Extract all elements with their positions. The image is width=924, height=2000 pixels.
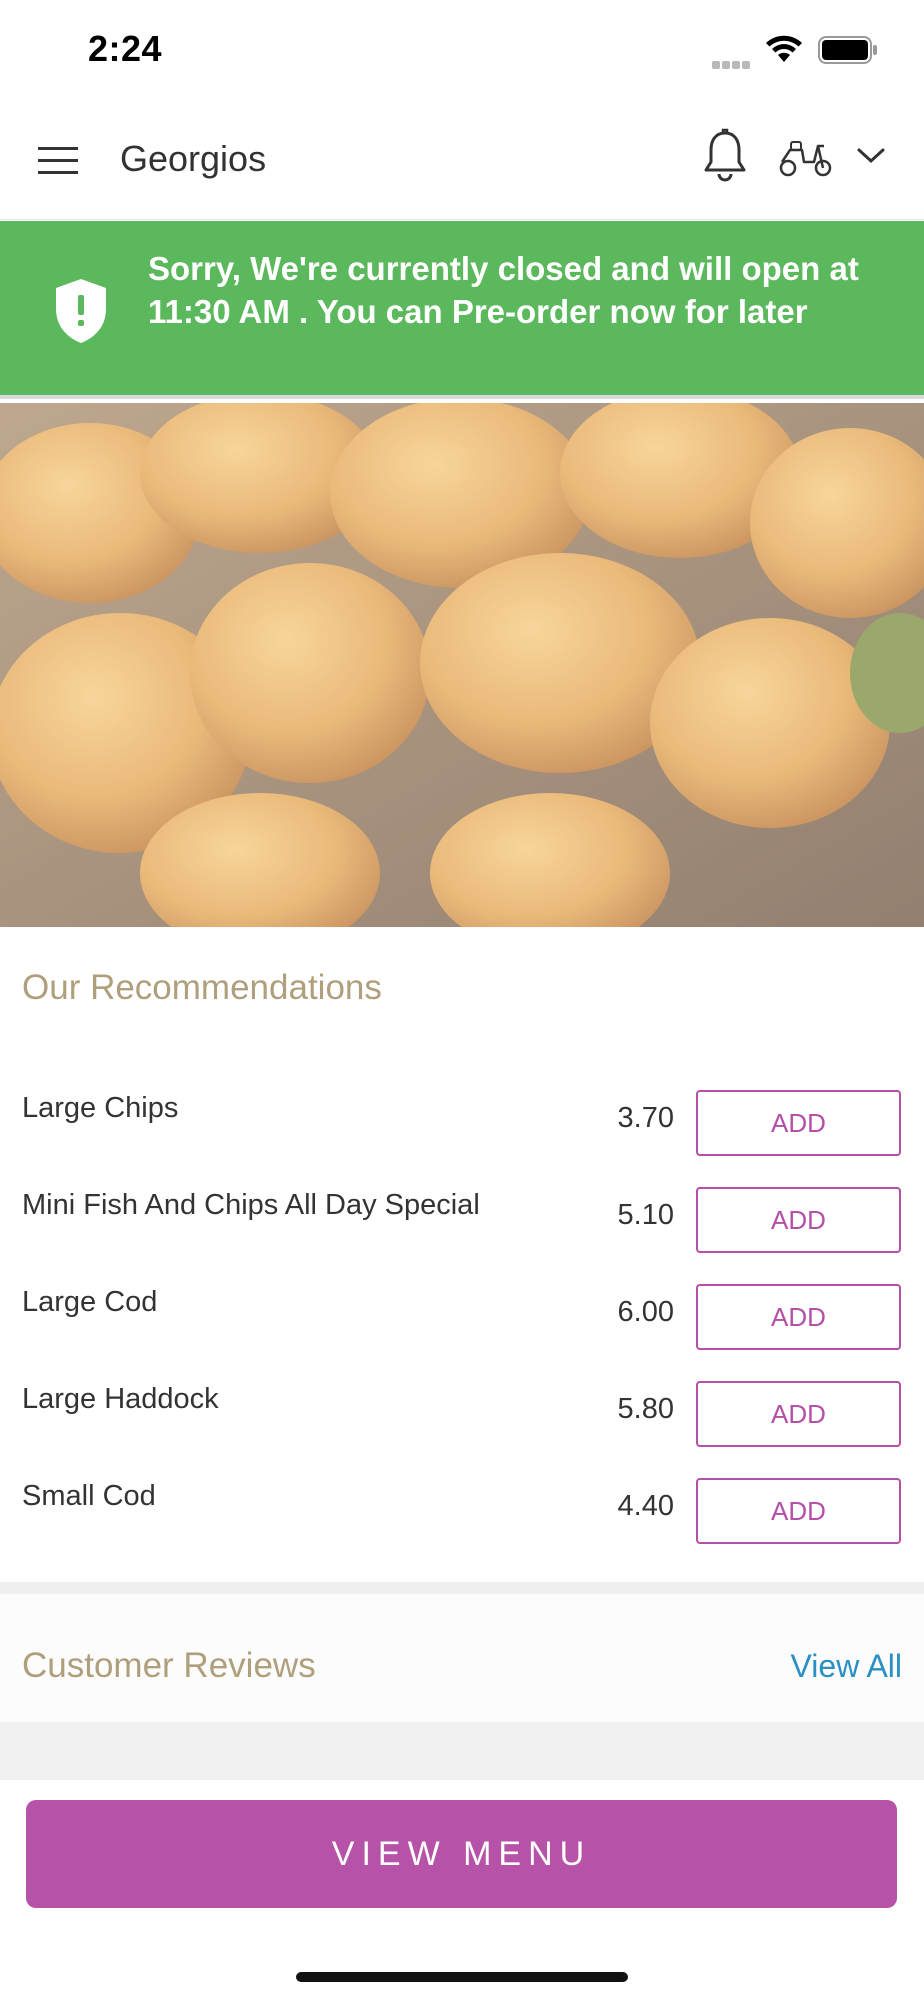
item-price: 5.80 (617, 1393, 674, 1425)
restaurant-title: Georgios (120, 138, 267, 179)
home-indicator[interactable] (296, 1972, 628, 1982)
list-item: Small Cod 4.40 ADD (0, 1464, 924, 1561)
bell-icon[interactable] (702, 128, 748, 184)
add-button[interactable]: ADD (696, 1381, 901, 1447)
item-name: Large Haddock (22, 1383, 219, 1415)
view-all-link[interactable]: View All (791, 1648, 902, 1685)
list-item: Large Chips 3.70 ADD (0, 1076, 924, 1173)
closed-banner: Sorry, We're currently closed and will o… (0, 221, 924, 399)
chevron-down-icon[interactable] (856, 146, 886, 166)
list-item: Large Haddock 5.80 ADD (0, 1367, 924, 1464)
add-button[interactable]: ADD (696, 1090, 901, 1156)
add-button[interactable]: ADD (696, 1284, 901, 1350)
shield-icon (56, 279, 106, 343)
app-header: Georgios (0, 100, 924, 220)
view-menu-button[interactable]: VIEW MENU (26, 1800, 897, 1908)
status-bar: 2:24 (0, 0, 924, 100)
add-button[interactable]: ADD (696, 1478, 901, 1544)
item-price: 6.00 (617, 1296, 674, 1328)
status-time: 2:24 (88, 28, 163, 69)
item-price: 4.40 (617, 1490, 674, 1522)
item-name: Mini Fish And Chips All Day Special (22, 1189, 480, 1221)
item-price: 5.10 (617, 1199, 674, 1231)
signal-icon (712, 56, 754, 69)
add-button[interactable]: ADD (696, 1187, 901, 1253)
battery-icon (818, 36, 877, 64)
reviews-section: Customer Reviews View All (0, 1582, 924, 1722)
closed-message: Sorry, We're currently closed and will o… (148, 250, 859, 330)
list-item: Mini Fish And Chips All Day Special 5.10… (0, 1173, 924, 1270)
item-name: Large Cod (22, 1286, 158, 1318)
hero-image (0, 403, 924, 927)
item-name: Large Chips (22, 1092, 179, 1124)
bottom-bar: VIEW MENU (0, 1780, 924, 2000)
scooter-icon[interactable] (778, 138, 834, 178)
menu-icon[interactable] (38, 144, 80, 178)
reviews-title: Customer Reviews (22, 1646, 316, 1685)
list-item: Large Cod 6.00 ADD (0, 1270, 924, 1367)
wifi-icon (766, 35, 802, 62)
recommendations-title: Our Recommendations (22, 968, 382, 1007)
item-name: Small Cod (22, 1480, 156, 1512)
item-price: 3.70 (617, 1102, 674, 1134)
divider (0, 1722, 924, 1780)
